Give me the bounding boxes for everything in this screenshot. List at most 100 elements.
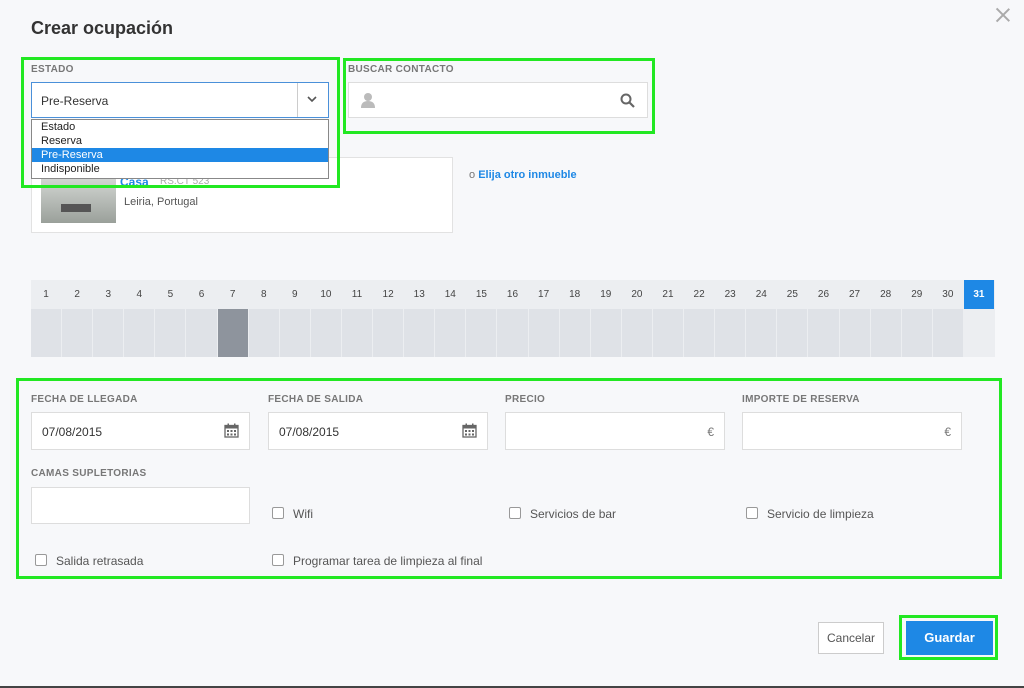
calendar-day[interactable]: 30 (932, 280, 964, 357)
save-button[interactable]: Guardar (906, 621, 993, 655)
calendar-day[interactable]: 2 (62, 280, 94, 357)
calendar-day-number: 28 (870, 280, 901, 309)
other-property-link[interactable]: Elija otro inmueble (478, 169, 576, 181)
calendar-day[interactable]: 29 (901, 280, 933, 357)
calendar-day[interactable]: 13 (404, 280, 436, 357)
calendar-day-cell[interactable] (870, 309, 901, 357)
calendar-day-cell[interactable] (684, 309, 715, 357)
calendar-day[interactable]: 17 (528, 280, 560, 357)
cancel-button[interactable]: Cancelar (818, 622, 884, 654)
calendar-icon[interactable] (462, 423, 477, 441)
calendar-day[interactable]: 14 (435, 280, 467, 357)
calendar-day-cell[interactable] (528, 309, 559, 357)
contacto-label: BUSCAR CONTACTO (348, 64, 454, 75)
calendar-day[interactable]: 21 (652, 280, 685, 357)
calendar-day[interactable]: 3 (93, 280, 125, 357)
calendar-day[interactable]: 9 (279, 280, 311, 357)
calendar-day[interactable]: 26 (808, 280, 840, 357)
calendar-day-cell[interactable] (248, 309, 279, 357)
calendar-day[interactable]: 8 (248, 280, 280, 357)
checkbox-box[interactable] (746, 507, 758, 519)
calendar-day[interactable]: 23 (715, 280, 747, 357)
calendar-day-cell[interactable] (932, 309, 963, 357)
calendar-day[interactable]: 12 (373, 280, 405, 357)
calendar-day-cell[interactable] (963, 309, 994, 357)
calendar-day-number: 1 (31, 280, 62, 309)
calendar-day[interactable]: 16 (497, 280, 529, 357)
checkbox-box[interactable] (272, 554, 284, 566)
calendar-day-cell[interactable] (404, 309, 435, 357)
calendar-day[interactable]: 20 (621, 280, 653, 357)
calendar-day[interactable]: 1 (31, 280, 63, 357)
close-icon[interactable] (992, 4, 1014, 26)
calendar-day[interactable]: 10 (310, 280, 342, 357)
calendar-day-cell[interactable] (497, 309, 528, 357)
estado-select[interactable]: Pre-Reserva (31, 82, 329, 118)
calendar-day-cell[interactable] (808, 309, 839, 357)
importe-input[interactable]: € (742, 412, 962, 450)
calendar-day[interactable]: 15 (466, 280, 498, 357)
calendar-day[interactable]: 25 (777, 280, 809, 357)
bar-checkbox[interactable]: Servicios de bar (509, 507, 616, 521)
calendar-day-number: 12 (373, 280, 404, 309)
calendar-day-cell[interactable] (186, 309, 217, 357)
calendar-day-cell[interactable] (217, 309, 248, 357)
llegada-input[interactable]: 07/08/2015 (31, 412, 250, 450)
camas-input[interactable] (31, 487, 250, 524)
estado-option[interactable]: Reserva (32, 134, 328, 148)
chevron-down-icon[interactable] (297, 83, 328, 117)
calendar-day[interactable]: 27 (839, 280, 871, 357)
other-property: o Elija otro inmueble (469, 169, 577, 181)
salida-input[interactable]: 07/08/2015 (268, 412, 488, 450)
calendar-day[interactable]: 6 (186, 280, 218, 357)
calendar-day-cell[interactable] (373, 309, 404, 357)
calendar-day-cell[interactable] (590, 309, 621, 357)
calendar-day[interactable]: 24 (746, 280, 778, 357)
checkbox-box[interactable] (35, 554, 47, 566)
calendar-day-cell[interactable] (279, 309, 310, 357)
calendar-day-number: 27 (839, 280, 870, 309)
calendar-day-cell[interactable] (901, 309, 932, 357)
calendar-day-cell[interactable] (93, 309, 124, 357)
calendar-day-cell[interactable] (466, 309, 497, 357)
wifi-checkbox[interactable]: Wifi (272, 507, 313, 521)
calendar-day[interactable]: 19 (590, 280, 622, 357)
calendar-day-cell[interactable] (31, 309, 62, 357)
calendar-day[interactable]: 11 (341, 280, 374, 357)
calendar-day-cell[interactable] (155, 309, 186, 357)
calendar-day-cell[interactable] (341, 309, 373, 357)
search-icon[interactable] (620, 93, 635, 113)
calendar-day[interactable]: 7 (217, 280, 249, 357)
calendar-day-cell[interactable] (777, 309, 808, 357)
calendar-day-cell[interactable] (310, 309, 341, 357)
calendar-day[interactable]: 22 (684, 280, 716, 357)
calendar-day-cell[interactable] (124, 309, 155, 357)
calendar-day[interactable]: 5 (155, 280, 187, 357)
calendar-day-cell[interactable] (746, 309, 777, 357)
salida-retrasada-checkbox[interactable]: Salida retrasada (35, 554, 143, 568)
estado-option-selected[interactable]: Pre-Reserva (32, 148, 328, 162)
calendar-day-cell[interactable] (652, 309, 684, 357)
calendar-day-cell[interactable] (715, 309, 746, 357)
estado-selected-value: Pre-Reserva (41, 94, 109, 108)
estado-option[interactable]: Indisponible (32, 162, 328, 176)
checkbox-box[interactable] (272, 507, 284, 519)
calendar-day[interactable]: 18 (559, 280, 591, 357)
calendar-icon[interactable] (224, 423, 239, 441)
calendar-day-cell[interactable] (839, 309, 870, 357)
calendar-day[interactable]: 31 (963, 280, 995, 357)
calendar-day-cell[interactable] (559, 309, 590, 357)
calendar-day-cell[interactable] (621, 309, 652, 357)
calendar-day-cell[interactable] (62, 309, 93, 357)
limpieza-checkbox[interactable]: Servicio de limpieza (746, 507, 874, 521)
tarea-limpieza-checkbox[interactable]: Programar tarea de limpieza al final (272, 554, 482, 568)
precio-input[interactable]: € (505, 412, 725, 450)
contacto-search-input[interactable] (348, 82, 648, 118)
calendar-day[interactable]: 4 (124, 280, 156, 357)
calendar-day[interactable]: 28 (870, 280, 902, 357)
checkbox-box[interactable] (509, 507, 521, 519)
highlight-box-form (16, 378, 1002, 579)
calendar-day-number: 13 (404, 280, 435, 309)
calendar-day-cell[interactable] (435, 309, 466, 357)
estado-option[interactable]: Estado (32, 120, 328, 134)
